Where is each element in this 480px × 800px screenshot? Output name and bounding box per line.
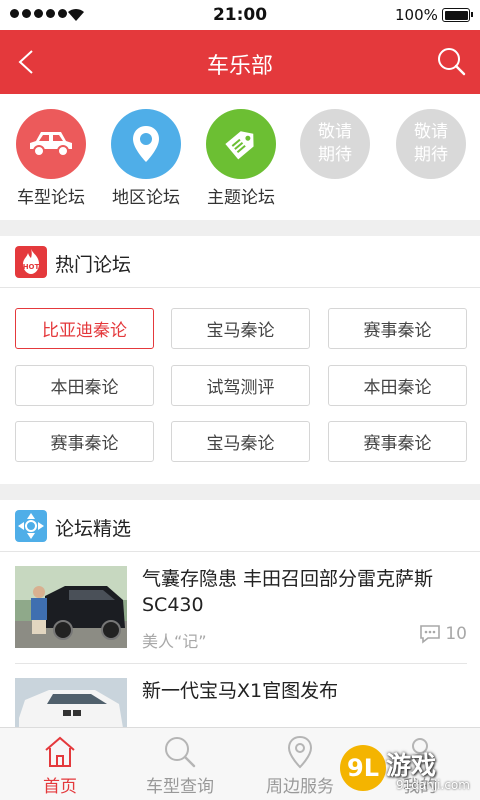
battery-icon [442, 8, 473, 22]
forum-tag[interactable]: 赛事秦论 [328, 421, 467, 462]
coming-soon-line2: 期待 [318, 145, 352, 165]
tab-label: 首页 [43, 777, 77, 797]
section-title: 热门论坛 [55, 254, 132, 276]
article-headline: 新一代宝马X1官图发布 [142, 680, 339, 702]
search-icon [165, 737, 196, 768]
page-title: 车乐部 [206, 54, 273, 79]
coming-soon-line1: 敬请 [318, 122, 352, 142]
section-title: 论坛精选 [55, 518, 132, 540]
forum-picks-section: 论坛精选 气囊存隐患 丰田召回部分雷克萨斯SC430 美人“记” 10 新一代宝… [0, 500, 480, 728]
location-pin-icon [287, 735, 313, 769]
status-bar: 21:00 100% [0, 0, 480, 30]
article-thumbnail [15, 678, 127, 728]
watermark-logo: 9L 游戏 91danji.com [340, 740, 480, 800]
coming-soon-placeholder: 敬请 期待 [396, 109, 466, 179]
section-header: 论坛精选 [0, 500, 480, 552]
comment-icon [420, 625, 441, 644]
location-pin-icon [111, 109, 181, 179]
forum-tag[interactable]: 宝马秦论 [171, 421, 310, 462]
category-label: 地区论坛 [112, 188, 180, 208]
battery-percent: 100% [395, 6, 438, 24]
category-coming-soon: 敬请 期待 [381, 109, 480, 179]
tag-icon [206, 109, 276, 179]
tab-home[interactable]: 首页 [0, 728, 120, 800]
home-icon [45, 736, 75, 767]
watermark-text: 游戏 [386, 751, 437, 780]
category-coming-soon: 敬请 期待 [285, 109, 385, 179]
section-header: HOT 热门论坛 [0, 236, 480, 288]
hot-badge-text: HOT [23, 263, 40, 271]
forum-tag[interactable]: 比亚迪秦论 [15, 308, 154, 349]
forum-tag[interactable]: 试驾测评 [171, 365, 310, 406]
coming-soon-line2: 期待 [414, 145, 448, 165]
coming-soon-line1: 敬请 [414, 122, 448, 142]
forum-tag[interactable]: 赛事秦论 [15, 421, 154, 462]
category-row: 车型论坛 地区论坛 主题论坛 敬请 期待 敬请 期待 [0, 94, 480, 220]
watermark-badge: 9L [340, 745, 386, 791]
coming-soon-placeholder: 敬请 期待 [300, 109, 370, 179]
hot-forums-section: HOT 热门论坛 比亚迪秦论 宝马秦论 赛事秦论 本田秦论 试驾测评 本田秦论 … [0, 236, 480, 484]
divider [15, 663, 467, 664]
forum-tag[interactable]: 宝马秦论 [171, 308, 310, 349]
search-icon[interactable] [436, 46, 466, 76]
forum-tag[interactable]: 本田秦论 [15, 365, 154, 406]
article-thumbnail [15, 566, 127, 648]
category-label: 车型论坛 [17, 188, 85, 208]
compass-grid-icon [15, 510, 47, 542]
forum-tag[interactable]: 赛事秦论 [328, 308, 467, 349]
category-label: 主题论坛 [207, 188, 275, 208]
category-topic-forum[interactable]: 主题论坛 [191, 109, 291, 208]
comment-count: 10 [419, 624, 467, 644]
forum-tag[interactable]: 本田秦论 [328, 365, 467, 406]
hot-badge-icon: HOT [15, 246, 47, 278]
category-region-forum[interactable]: 地区论坛 [96, 109, 196, 208]
tab-label: 车型查询 [146, 777, 214, 797]
nav-bar: 车乐部 [0, 30, 480, 94]
article-item[interactable]: 新一代宝马X1官图发布 [15, 678, 467, 728]
article-source: 美人“记” [142, 632, 207, 651]
article-headline: 气囊存隐患 丰田召回部分雷克萨斯SC430 [142, 568, 434, 616]
category-car-forum[interactable]: 车型论坛 [1, 109, 101, 208]
car-icon [16, 109, 86, 179]
tab-car-search[interactable]: 车型查询 [120, 728, 240, 800]
watermark-url: 91danji.com [396, 778, 470, 792]
article-item[interactable]: 气囊存隐患 丰田召回部分雷克萨斯SC430 美人“记” 10 [15, 566, 467, 651]
comment-count-value: 10 [445, 624, 467, 644]
